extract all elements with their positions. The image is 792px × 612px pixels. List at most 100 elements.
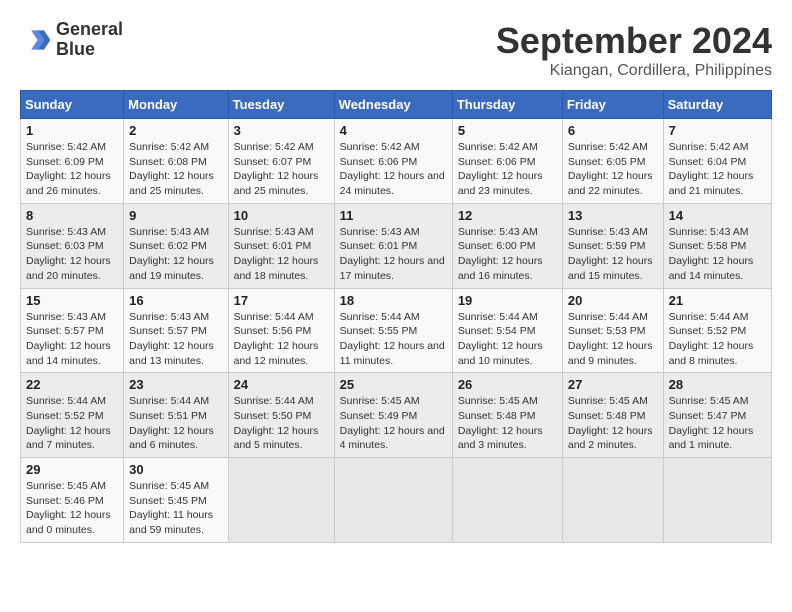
- day-info: Sunrise: 5:45 AMSunset: 5:46 PMDaylight:…: [26, 480, 111, 536]
- day-number: 15: [26, 293, 118, 308]
- day-info: Sunrise: 5:45 AMSunset: 5:49 PMDaylight:…: [340, 395, 445, 451]
- list-item: 24 Sunrise: 5:44 AMSunset: 5:50 PMDaylig…: [228, 373, 334, 458]
- title-block: September 2024 Kiangan, Cordillera, Phil…: [496, 20, 772, 80]
- day-info: Sunrise: 5:45 AMSunset: 5:47 PMDaylight:…: [669, 395, 754, 451]
- list-item: 23 Sunrise: 5:44 AMSunset: 5:51 PMDaylig…: [124, 373, 228, 458]
- table-row: 8 Sunrise: 5:43 AMSunset: 6:03 PMDayligh…: [21, 203, 772, 288]
- day-info: Sunrise: 5:44 AMSunset: 5:50 PMDaylight:…: [234, 395, 319, 451]
- list-item: 7 Sunrise: 5:42 AMSunset: 6:04 PMDayligh…: [663, 119, 771, 204]
- list-item: 6 Sunrise: 5:42 AMSunset: 6:05 PMDayligh…: [562, 119, 663, 204]
- day-number: 27: [568, 377, 658, 392]
- day-number: 14: [669, 208, 766, 223]
- list-item: 30 Sunrise: 5:45 AMSunset: 5:45 PMDaylig…: [124, 458, 228, 543]
- list-item: 21 Sunrise: 5:44 AMSunset: 5:52 PMDaylig…: [663, 288, 771, 373]
- list-item: 27 Sunrise: 5:45 AMSunset: 5:48 PMDaylig…: [562, 373, 663, 458]
- logo-icon: [20, 24, 52, 56]
- list-item: 16 Sunrise: 5:43 AMSunset: 5:57 PMDaylig…: [124, 288, 228, 373]
- list-item: 20 Sunrise: 5:44 AMSunset: 5:53 PMDaylig…: [562, 288, 663, 373]
- table-row: 29 Sunrise: 5:45 AMSunset: 5:46 PMDaylig…: [21, 458, 772, 543]
- logo: General Blue: [20, 20, 123, 60]
- location-title: Kiangan, Cordillera, Philippines: [496, 62, 772, 80]
- day-number: 21: [669, 293, 766, 308]
- day-number: 9: [129, 208, 222, 223]
- list-item: 13 Sunrise: 5:43 AMSunset: 5:59 PMDaylig…: [562, 203, 663, 288]
- day-info: Sunrise: 5:42 AMSunset: 6:06 PMDaylight:…: [340, 141, 445, 197]
- day-info: Sunrise: 5:43 AMSunset: 6:01 PMDaylight:…: [340, 226, 445, 282]
- month-title: September 2024: [496, 20, 772, 62]
- list-item: 11 Sunrise: 5:43 AMSunset: 6:01 PMDaylig…: [334, 203, 452, 288]
- col-monday: Monday: [124, 91, 228, 119]
- day-number: 25: [340, 377, 447, 392]
- list-item: 4 Sunrise: 5:42 AMSunset: 6:06 PMDayligh…: [334, 119, 452, 204]
- calendar-table: Sunday Monday Tuesday Wednesday Thursday…: [20, 90, 772, 543]
- day-info: Sunrise: 5:43 AMSunset: 5:59 PMDaylight:…: [568, 226, 653, 282]
- header-row: Sunday Monday Tuesday Wednesday Thursday…: [21, 91, 772, 119]
- list-item: 19 Sunrise: 5:44 AMSunset: 5:54 PMDaylig…: [452, 288, 562, 373]
- day-number: 2: [129, 123, 222, 138]
- col-sunday: Sunday: [21, 91, 124, 119]
- list-item: [452, 458, 562, 543]
- table-row: 22 Sunrise: 5:44 AMSunset: 5:52 PMDaylig…: [21, 373, 772, 458]
- day-info: Sunrise: 5:42 AMSunset: 6:07 PMDaylight:…: [234, 141, 319, 197]
- page-header: General Blue September 2024 Kiangan, Cor…: [20, 20, 772, 80]
- day-number: 28: [669, 377, 766, 392]
- day-number: 18: [340, 293, 447, 308]
- day-info: Sunrise: 5:44 AMSunset: 5:54 PMDaylight:…: [458, 311, 543, 367]
- list-item: 12 Sunrise: 5:43 AMSunset: 6:00 PMDaylig…: [452, 203, 562, 288]
- list-item: 2 Sunrise: 5:42 AMSunset: 6:08 PMDayligh…: [124, 119, 228, 204]
- day-number: 30: [129, 462, 222, 477]
- day-number: 3: [234, 123, 329, 138]
- day-info: Sunrise: 5:42 AMSunset: 6:05 PMDaylight:…: [568, 141, 653, 197]
- list-item: 8 Sunrise: 5:43 AMSunset: 6:03 PMDayligh…: [21, 203, 124, 288]
- day-number: 6: [568, 123, 658, 138]
- col-saturday: Saturday: [663, 91, 771, 119]
- list-item: [334, 458, 452, 543]
- list-item: [562, 458, 663, 543]
- day-number: 1: [26, 123, 118, 138]
- day-number: 17: [234, 293, 329, 308]
- day-info: Sunrise: 5:44 AMSunset: 5:52 PMDaylight:…: [669, 311, 754, 367]
- day-number: 12: [458, 208, 557, 223]
- day-number: 13: [568, 208, 658, 223]
- list-item: 28 Sunrise: 5:45 AMSunset: 5:47 PMDaylig…: [663, 373, 771, 458]
- list-item: 18 Sunrise: 5:44 AMSunset: 5:55 PMDaylig…: [334, 288, 452, 373]
- list-item: 10 Sunrise: 5:43 AMSunset: 6:01 PMDaylig…: [228, 203, 334, 288]
- list-item: 25 Sunrise: 5:45 AMSunset: 5:49 PMDaylig…: [334, 373, 452, 458]
- day-info: Sunrise: 5:44 AMSunset: 5:55 PMDaylight:…: [340, 311, 445, 367]
- day-number: 16: [129, 293, 222, 308]
- day-info: Sunrise: 5:43 AMSunset: 6:01 PMDaylight:…: [234, 226, 319, 282]
- list-item: 3 Sunrise: 5:42 AMSunset: 6:07 PMDayligh…: [228, 119, 334, 204]
- day-info: Sunrise: 5:42 AMSunset: 6:06 PMDaylight:…: [458, 141, 543, 197]
- day-info: Sunrise: 5:45 AMSunset: 5:48 PMDaylight:…: [458, 395, 543, 451]
- day-info: Sunrise: 5:42 AMSunset: 6:09 PMDaylight:…: [26, 141, 111, 197]
- day-number: 20: [568, 293, 658, 308]
- day-number: 5: [458, 123, 557, 138]
- day-number: 29: [26, 462, 118, 477]
- day-info: Sunrise: 5:43 AMSunset: 5:58 PMDaylight:…: [669, 226, 754, 282]
- col-tuesday: Tuesday: [228, 91, 334, 119]
- day-info: Sunrise: 5:45 AMSunset: 5:48 PMDaylight:…: [568, 395, 653, 451]
- day-number: 8: [26, 208, 118, 223]
- list-item: 26 Sunrise: 5:45 AMSunset: 5:48 PMDaylig…: [452, 373, 562, 458]
- day-number: 23: [129, 377, 222, 392]
- day-info: Sunrise: 5:43 AMSunset: 6:00 PMDaylight:…: [458, 226, 543, 282]
- table-row: 1 Sunrise: 5:42 AMSunset: 6:09 PMDayligh…: [21, 119, 772, 204]
- day-number: 24: [234, 377, 329, 392]
- day-number: 10: [234, 208, 329, 223]
- day-number: 26: [458, 377, 557, 392]
- day-number: 7: [669, 123, 766, 138]
- list-item: 5 Sunrise: 5:42 AMSunset: 6:06 PMDayligh…: [452, 119, 562, 204]
- list-item: 29 Sunrise: 5:45 AMSunset: 5:46 PMDaylig…: [21, 458, 124, 543]
- day-info: Sunrise: 5:42 AMSunset: 6:04 PMDaylight:…: [669, 141, 754, 197]
- day-number: 19: [458, 293, 557, 308]
- list-item: 15 Sunrise: 5:43 AMSunset: 5:57 PMDaylig…: [21, 288, 124, 373]
- day-info: Sunrise: 5:42 AMSunset: 6:08 PMDaylight:…: [129, 141, 214, 197]
- col-wednesday: Wednesday: [334, 91, 452, 119]
- list-item: 14 Sunrise: 5:43 AMSunset: 5:58 PMDaylig…: [663, 203, 771, 288]
- table-row: 15 Sunrise: 5:43 AMSunset: 5:57 PMDaylig…: [21, 288, 772, 373]
- day-info: Sunrise: 5:44 AMSunset: 5:53 PMDaylight:…: [568, 311, 653, 367]
- day-number: 4: [340, 123, 447, 138]
- list-item: [663, 458, 771, 543]
- list-item: 1 Sunrise: 5:42 AMSunset: 6:09 PMDayligh…: [21, 119, 124, 204]
- list-item: [228, 458, 334, 543]
